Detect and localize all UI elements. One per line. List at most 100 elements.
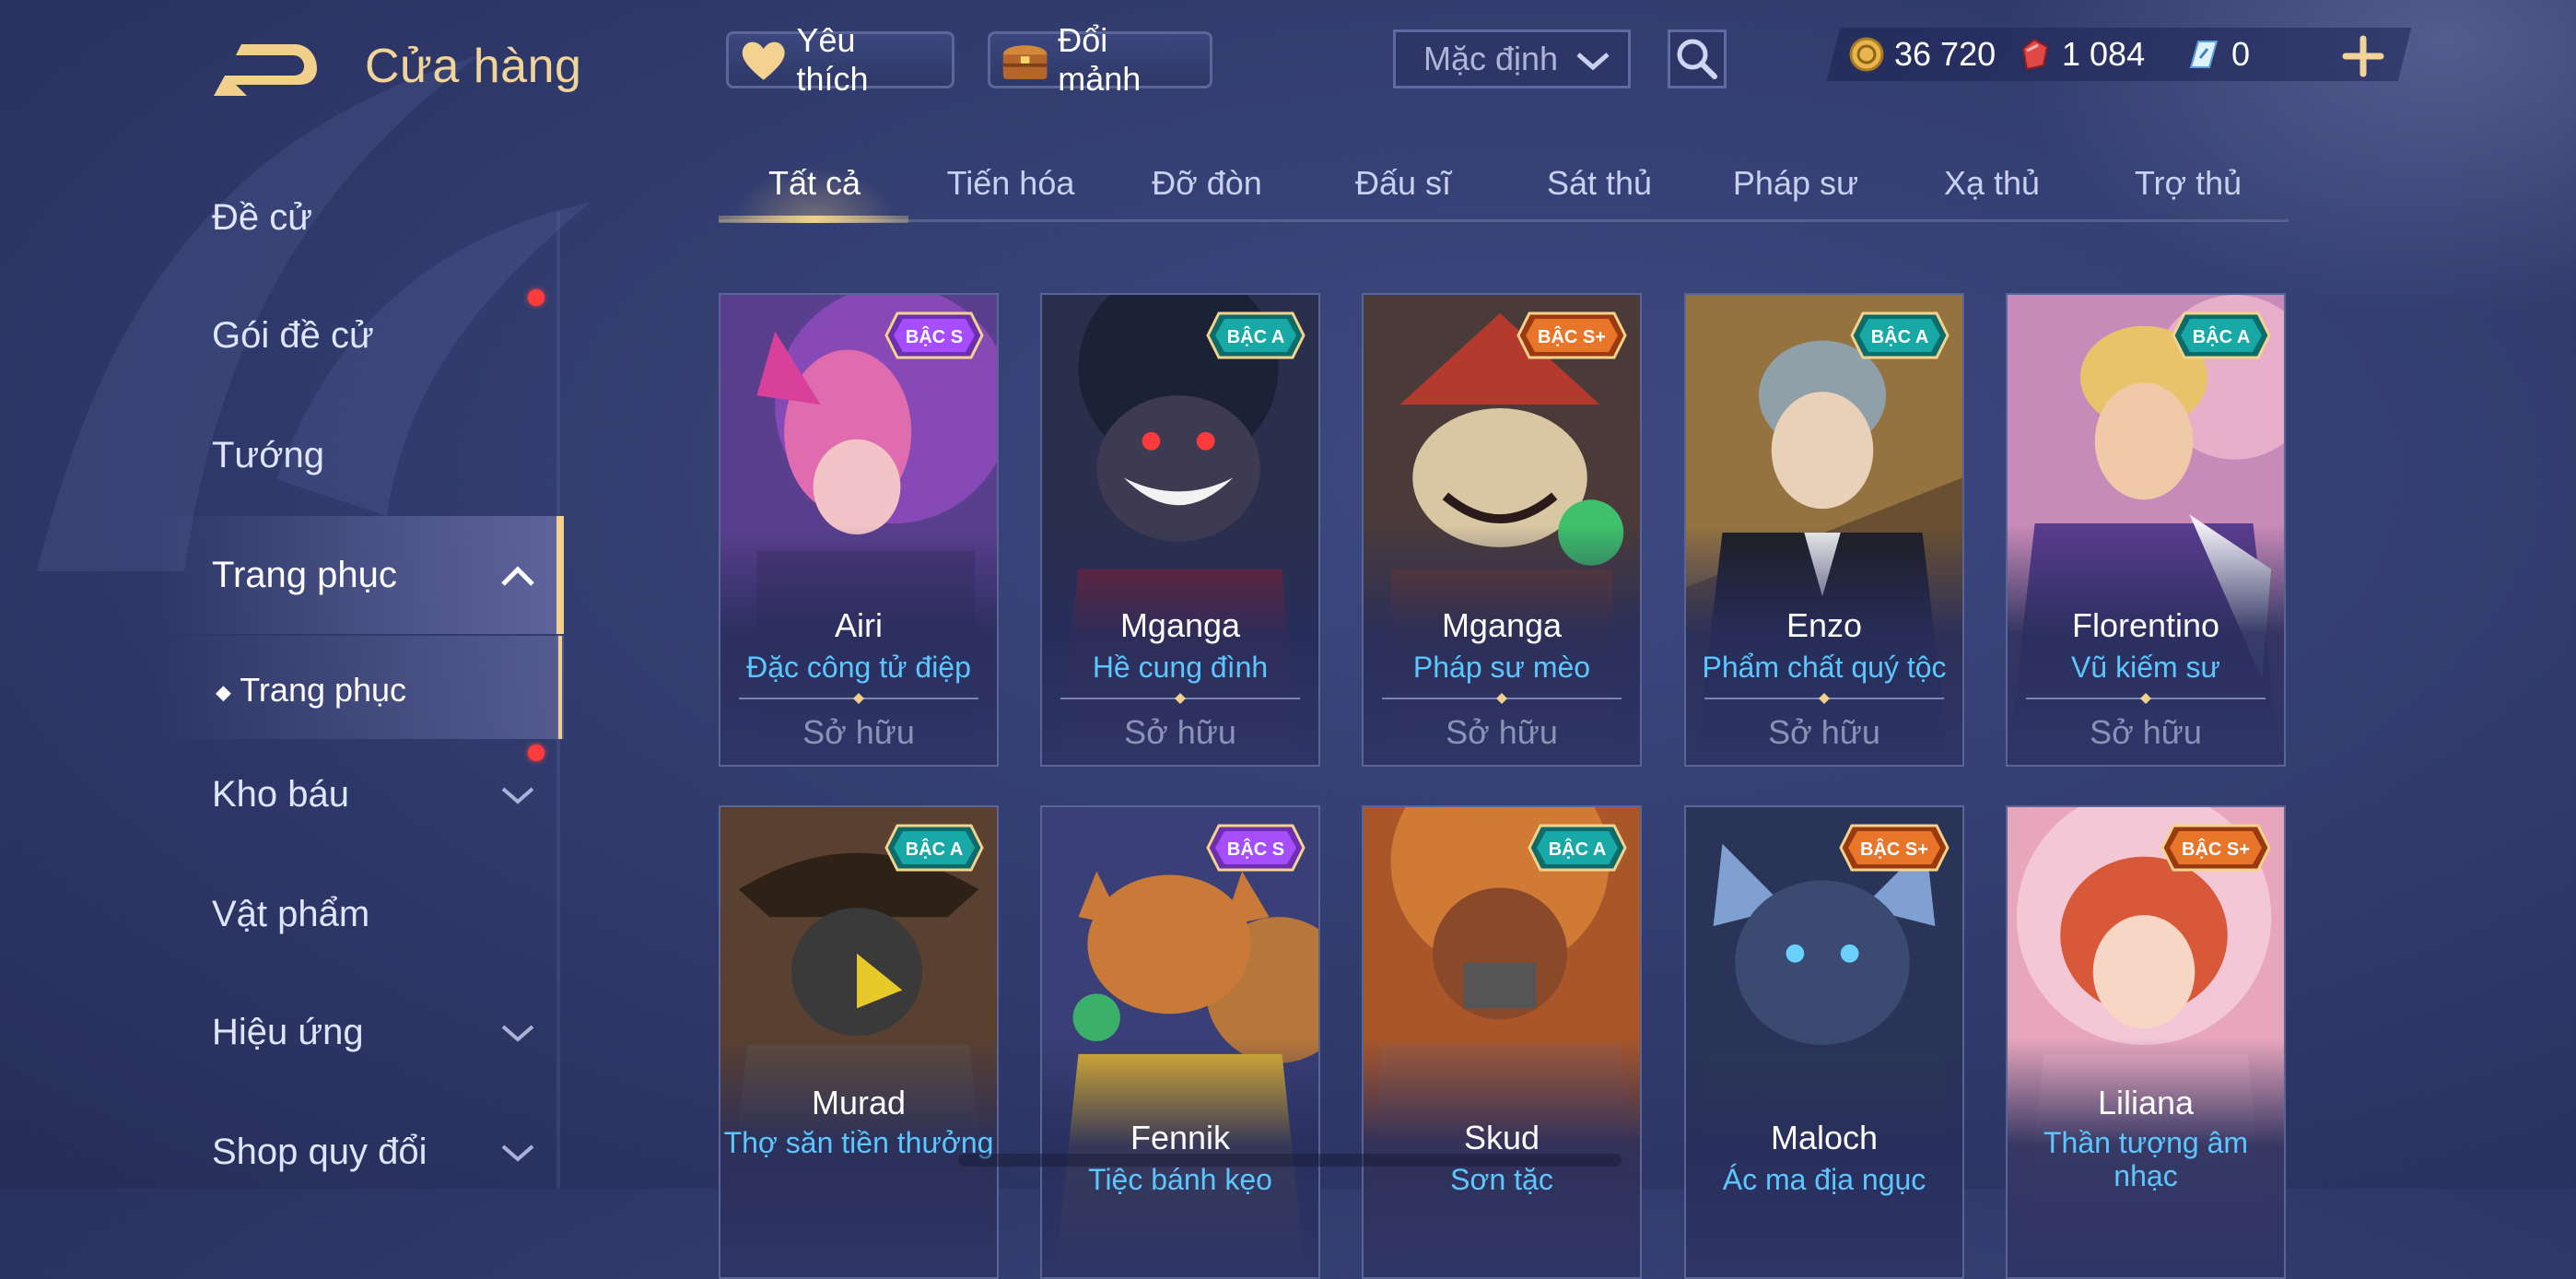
skin-card[interactable]: BẬC S+ Maloch Ác ma địa ngục	[1684, 805, 1964, 1279]
sort-dropdown[interactable]: Mặc định	[1393, 29, 1631, 88]
treasure-notification-dot	[528, 745, 544, 761]
sidebar-item-effects[interactable]: Hiệu ứng	[212, 1012, 364, 1053]
ownership-status: Sở hữu	[802, 713, 915, 751]
tier-label: BẬC A	[906, 838, 964, 860]
skin-card[interactable]: BẬC A Florentino Vũ kiếm sư Sở hữu	[2006, 293, 2286, 767]
search-button[interactable]	[1668, 29, 1727, 88]
tier-label: BẬC A	[1871, 325, 1929, 347]
tier-label: BẬC S+	[1538, 325, 1606, 347]
ornament-divider	[1060, 693, 1300, 704]
skin-name: Thợ săn tiền thưởng	[723, 1126, 994, 1159]
skin-card[interactable]: BẬC A Murad Thợ săn tiền thưởng	[719, 805, 999, 1279]
sidebar-item-bundles[interactable]: Gói đề cử	[212, 315, 374, 357]
hero-name: Florentino	[2071, 606, 2220, 644]
tier-label: BẬC A	[1549, 838, 1607, 860]
tab-fighter[interactable]: Đấu sĩ	[1320, 164, 1486, 203]
hero-name: Airi	[835, 606, 883, 644]
voucher-balance: 1 084	[2016, 35, 2145, 74]
skin-card[interactable]: BẬC S Airi Đặc công tử điệp Sở hữu	[719, 293, 999, 767]
skin-name: Vũ kiếm sư	[2071, 651, 2220, 684]
tab-mage[interactable]: Pháp sư	[1713, 164, 1879, 203]
category-tabs: Tất cả Tiến hóa Đỡ đòn Đấu sĩ Sát thủ Ph…	[719, 157, 2289, 225]
skin-card[interactable]: BẬC S+ Liliana Thần tượng âm nhạc	[2006, 805, 2286, 1279]
chevron-down-icon	[501, 1144, 534, 1162]
tier-badge: BẬC S+	[2160, 824, 2271, 872]
ornament-divider	[739, 693, 978, 704]
sidebar-subitem-skins[interactable]: ◆ Trang phục	[216, 671, 406, 710]
skin-name: Phẩm chất quý tộc	[1702, 651, 1947, 684]
ownership-status: Sở hữu	[1768, 713, 1880, 751]
ornament-divider	[2026, 693, 2266, 704]
sidebar-item-heroes[interactable]: Tướng	[212, 435, 324, 476]
skin-card[interactable]: BẬC A Enzo Phẩm chất quý tộc Sở hữu	[1684, 293, 1964, 767]
heart-icon	[742, 41, 785, 80]
skin-name: Sơn tặc	[1450, 1163, 1553, 1196]
tier-badge: BẬC A	[1850, 311, 1950, 359]
tier-badge: BẬC S+	[1839, 824, 1950, 872]
favorite-button[interactable]: Yêu thích	[726, 21, 954, 98]
hero-name: Maloch	[1770, 1119, 1879, 1156]
sidebar-subitem-label: Trang phục	[240, 671, 407, 709]
skin-name: Hề cung đình	[1092, 651, 1269, 684]
tier-badge: BẬC A	[2172, 311, 2271, 359]
sidebar-item-items[interactable]: Vật phẩm	[212, 894, 369, 935]
gold-amount: 36 720	[1894, 35, 1996, 73]
chevron-down-icon	[501, 1025, 534, 1042]
tier-label: BẬC S+	[1860, 838, 1928, 860]
treasure-chest-icon	[1002, 45, 1048, 79]
tab-tank[interactable]: Đỡ đòn	[1124, 164, 1290, 203]
hero-name: Mganga	[1441, 606, 1563, 644]
tab-assassin[interactable]: Sát thủ	[1516, 164, 1682, 203]
ticket-balance: 0	[2185, 35, 2250, 74]
hero-name: Enzo	[1786, 606, 1863, 644]
tier-badge: BẬC S	[884, 311, 984, 359]
skin-card[interactable]: BẬC S Fennik Tiệc bánh kẹo	[1040, 805, 1320, 1279]
ticket-icon	[2189, 41, 2219, 68]
tab-evolution[interactable]: Tiến hóa	[928, 164, 1094, 203]
hero-name: Liliana	[2097, 1084, 2195, 1121]
tier-label: BẬC A	[1227, 325, 1285, 347]
sort-value: Mặc định	[1423, 40, 1559, 77]
skin-name: Tiệc bánh kẹo	[1088, 1163, 1272, 1196]
tier-label: BẬC S	[1227, 838, 1284, 860]
card-shade	[1686, 1038, 1962, 1277]
back-arrow-icon[interactable]	[210, 37, 321, 100]
tab-marksman[interactable]: Xạ thủ	[1909, 164, 2075, 203]
page-title: Cửa hàng	[365, 40, 582, 93]
ownership-status: Sở hữu	[1446, 713, 1558, 751]
active-tab-indicator	[719, 216, 908, 223]
sidebar-item-treasure[interactable]: Kho báu	[212, 774, 349, 816]
red-gem-icon	[2021, 38, 2049, 71]
tier-badge: BẬC A	[1528, 824, 1627, 872]
hero-name: Mganga	[1119, 606, 1241, 644]
exchange-fragments-button[interactable]: Đổi mảnh	[988, 21, 1212, 98]
ticket-amount: 0	[2231, 35, 2251, 73]
tier-label: BẬC S	[906, 325, 963, 347]
skin-name: Đặc công tử điệp	[746, 651, 971, 684]
hero-name: Fennik	[1130, 1119, 1231, 1156]
tab-all[interactable]: Tất cả	[732, 164, 897, 203]
tier-badge: BẬC A	[884, 824, 984, 872]
sidebar-item-recommended[interactable]: Đề cử	[212, 197, 312, 239]
favorite-label: Yêu thích	[796, 21, 869, 98]
sidebar-sub-indicator	[558, 636, 562, 739]
ornament-divider	[1382, 693, 1622, 704]
tier-label: BẬC S+	[2182, 838, 2250, 860]
tabs-divider	[719, 219, 2289, 222]
bundles-notification-dot	[528, 289, 544, 306]
tier-badge: BẬC S	[1206, 824, 1306, 872]
sidebar-active-indicator	[556, 516, 564, 634]
hero-name: Skud	[1463, 1119, 1540, 1156]
skin-name: Pháp sư mèo	[1412, 651, 1591, 684]
skin-card[interactable]: BẬC A Mganga Hề cung đình Sở hữu	[1040, 293, 1320, 767]
tab-support[interactable]: Trợ thủ	[2105, 164, 2271, 203]
sidebar-item-skins[interactable]: Trang phục	[212, 555, 397, 596]
skin-card[interactable]: BẬC S+ Mganga Pháp sư mèo Sở hữu	[1362, 293, 1642, 767]
sidebar-item-exchange-shop[interactable]: Shop quy đổi	[212, 1132, 427, 1173]
gold-coin-icon	[1849, 37, 1884, 72]
tier-label: BẬC A	[2193, 325, 2251, 347]
hero-name: Murad	[811, 1084, 907, 1121]
skin-card[interactable]: BẬC A Skud Sơn tặc	[1362, 805, 1642, 1279]
exchange-label: Đổi mảnh	[1058, 21, 1142, 98]
add-currency-icon[interactable]	[2340, 33, 2386, 79]
